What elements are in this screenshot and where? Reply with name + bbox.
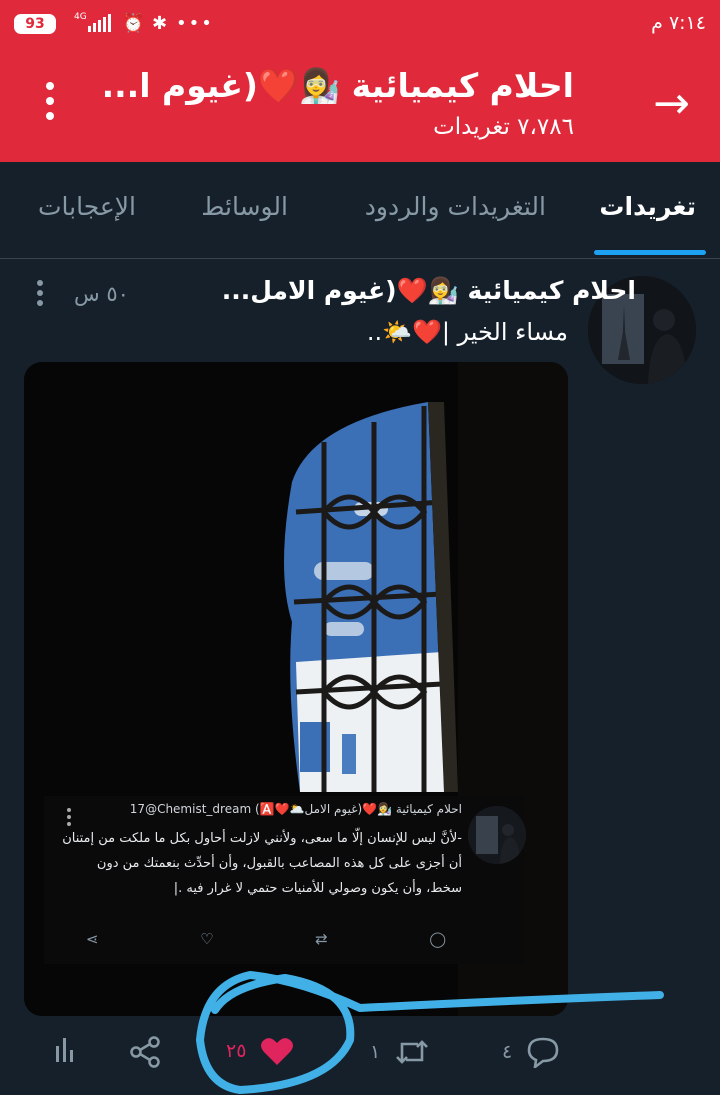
embedded-text: -لأنَّ ليس للإنسان إلّا ما سعى، ولأنني ل… [62, 831, 462, 896]
tweet-author-name[interactable]: احلام كيميائية 👩‍🔬❤️(غيوم الامل... [222, 276, 636, 306]
profile-name: احلام كيميائية 👩‍🔬❤️(غيوم ا... [101, 66, 574, 105]
heart-outline-icon: ♡ [200, 930, 214, 948]
share-icon: ⋖ [86, 930, 99, 948]
clock: ٧:١٤ م [651, 12, 706, 34]
share-button[interactable] [130, 1036, 162, 1068]
reply-icon [527, 1037, 559, 1068]
more-notifications-icon: ••• [176, 13, 214, 34]
retweet-icon [396, 1040, 429, 1064]
tab-tweets[interactable]: تغريدات [599, 192, 696, 221]
signal-icon [88, 14, 111, 32]
like-count: ٢٥ [226, 1040, 247, 1062]
embedded-more-icon [66, 808, 72, 829]
arrow-right-icon[interactable]: → [653, 82, 690, 126]
alarm-icon: ⏰ [122, 13, 145, 34]
status-bar: 93 4G ⏰ ✱ ••• ٧:١٤ م [0, 0, 720, 50]
tweet-more-icon[interactable] [36, 280, 44, 306]
analytics-icon [56, 1038, 73, 1062]
active-tab-indicator [594, 250, 706, 255]
battery-indicator: 93 [14, 14, 56, 34]
tweet-text: مساء الخير |❤️🌤️.. [366, 318, 568, 346]
vertical-dots-icon[interactable] [40, 82, 60, 128]
bluetooth-icon: ✱ [152, 13, 168, 34]
network-type: 4G [74, 12, 87, 22]
share-icon [130, 1036, 160, 1068]
heart-filled-icon [261, 1038, 294, 1065]
tweet-count: ٧،٧٨٦ تغريدات [433, 114, 574, 140]
retweet-count: ١ [370, 1041, 381, 1063]
tab-tweets-replies[interactable]: التغريدات والردود [365, 192, 546, 221]
embedded-actions: ⋖ ♡ ⇄ ◯ [86, 930, 446, 948]
retweet-button[interactable]: ١ [370, 1036, 430, 1068]
embedded-avatar [468, 806, 526, 864]
reply-count: ٤ [502, 1041, 513, 1063]
tweet-timestamp: ٥٠ س [74, 282, 129, 306]
embedded-tweet-card: احلام كيميائية 👩‍🔬❤️(غيوم الامل🌥️❤️🅰️) 1… [62, 802, 526, 962]
tab-likes[interactable]: الإعجابات [38, 192, 136, 221]
embedded-author: احلام كيميائية 👩‍🔬❤️(غيوم الامل🌥️❤️🅰️) 1… [129, 802, 462, 816]
reply-icon: ◯ [429, 930, 446, 948]
profile-header: → احلام كيميائية 👩‍🔬❤️(غيوم ا... ٧،٧٨٦ ت… [0, 50, 720, 162]
profile-tabs: تغريدات التغريدات والردود الوسائط الإعجا… [0, 162, 720, 259]
retweet-icon: ⇄ [315, 930, 328, 948]
tab-media[interactable]: الوسائط [201, 192, 288, 221]
tweet-actions: ٢٥ ١ ٤ [0, 1026, 720, 1090]
tweet-media-image[interactable]: احلام كيميائية 👩‍🔬❤️(غيوم الامل🌥️❤️🅰️) 1… [24, 362, 568, 1016]
like-button[interactable]: ٢٥ [226, 1036, 294, 1066]
analytics-button[interactable] [54, 1036, 76, 1062]
reply-button[interactable]: ٤ [502, 1036, 560, 1068]
